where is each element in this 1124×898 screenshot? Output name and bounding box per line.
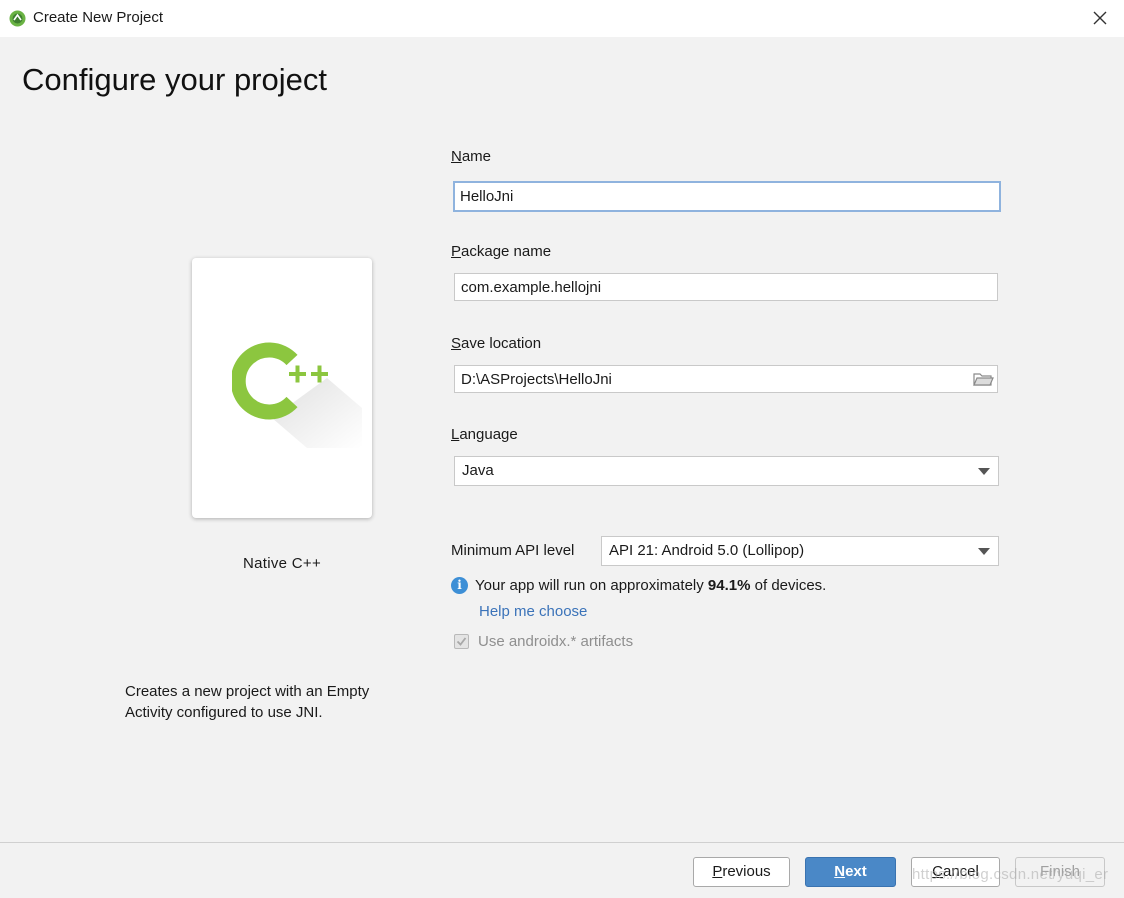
template-description: Creates a new project with an Empty Acti… [125,681,415,723]
info-text-before: Your app will run on approximately [475,577,708,594]
cpp-icon [232,342,362,448]
androidx-option: Use androidx.* artifacts [454,633,633,650]
chevron-down-icon [978,548,990,555]
previous-button[interactable]: Previous [693,857,790,887]
template-card [192,258,372,518]
name-input[interactable] [453,181,1001,212]
checkmark-icon [456,637,467,646]
watermark: https://blog.csdn.net/yuqi_er [912,866,1109,883]
language-label: Language [451,426,518,443]
folder-icon[interactable] [972,370,994,388]
save-location-input[interactable] [454,365,998,393]
template-name: Native C++ [242,555,322,572]
template-description-line: Activity configured to use JNI. [125,704,323,721]
info-text-after: of devices. [750,577,827,594]
save-location-label: Save location [451,335,542,352]
name-label: Name [451,148,492,165]
info-percent: 94.1% [707,577,751,594]
min-api-label: Minimum API level [451,542,575,559]
language-select[interactable]: Java [454,456,999,486]
page-title: Configure your project [22,62,327,97]
close-icon [1093,11,1107,25]
help-me-choose-link[interactable]: Help me choose [479,603,587,620]
template-description-line: Creates a new project with an Empty [125,683,370,700]
package-name-input[interactable] [454,273,998,301]
close-button[interactable] [1088,6,1112,30]
androidx-label: Use androidx.* artifacts [478,633,634,650]
min-api-value: API 21: Android 5.0 (Lollipop) [609,542,805,559]
next-button[interactable]: Next [805,857,896,887]
window-title: Create New Project [33,9,164,26]
language-value: Java [462,462,494,479]
info-icon: i [451,577,468,594]
min-api-select[interactable]: API 21: Android 5.0 (Lollipop) [601,536,999,566]
device-coverage-info: i Your app will run on approximately 94.… [451,577,826,594]
androidx-checkbox[interactable] [454,634,469,649]
chevron-down-icon [978,468,990,475]
android-studio-icon [9,10,26,27]
package-name-label: Package name [451,243,552,260]
title-bar: Create New Project [0,0,1124,37]
